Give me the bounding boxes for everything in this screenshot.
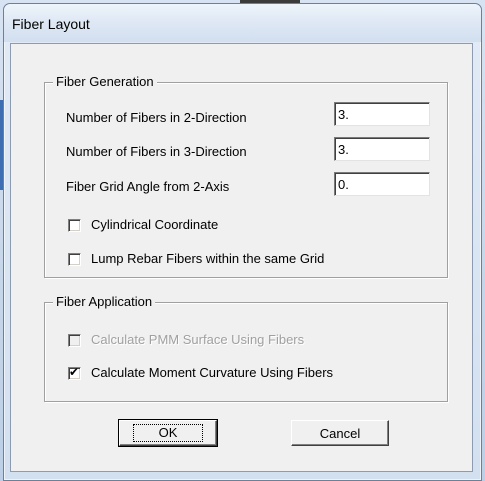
lump-rebar-label: Lump Rebar Fibers within the same Grid (91, 251, 325, 266)
pmm-surface-label: Calculate PMM Surface Using Fibers (91, 332, 305, 347)
cancel-button-label: Cancel (319, 425, 361, 441)
title-bar[interactable]: Fiber Layout (4, 4, 481, 42)
fibers-3dir-input[interactable] (334, 137, 430, 161)
dialog-title: Fiber Layout (12, 16, 90, 32)
cylindrical-coordinate-checkbox[interactable] (68, 218, 81, 232)
moment-curvature-option[interactable]: ✔ Calculate Moment Curvature Using Fiber… (68, 365, 333, 381)
pmm-surface-option: Calculate PMM Surface Using Fibers (68, 332, 304, 348)
cylindrical-coordinate-label: Cylindrical Coordinate (91, 217, 219, 232)
fiber-layout-dialog: Fiber Layout Fiber Generation Number of … (3, 3, 482, 481)
fibers-2dir-input[interactable] (334, 102, 430, 126)
fiber-application-group-label: Fiber Application (53, 294, 156, 310)
cylindrical-coordinate-option[interactable]: Cylindrical Coordinate (68, 217, 218, 233)
moment-curvature-checkbox[interactable]: ✔ (68, 364, 81, 380)
checkmark-icon: ✔ (69, 364, 80, 379)
grid-angle-input[interactable] (334, 172, 430, 196)
lump-rebar-checkbox[interactable] (68, 252, 81, 266)
cancel-button[interactable]: Cancel (291, 420, 389, 446)
dialog-client-area: Fiber Generation Number of Fibers in 2-D… (10, 43, 473, 472)
lump-rebar-option[interactable]: Lump Rebar Fibers within the same Grid (68, 251, 324, 267)
fiber-generation-group: Fiber Generation Number of Fibers in 2-D… (44, 74, 448, 278)
moment-curvature-label: Calculate Moment Curvature Using Fibers (91, 365, 334, 380)
fiber-generation-group-label: Fiber Generation (53, 74, 157, 90)
pmm-surface-checkbox (68, 333, 81, 347)
fibers-3dir-label: Number of Fibers in 3-Direction (66, 144, 247, 159)
fibers-2dir-label: Number of Fibers in 2-Direction (66, 110, 247, 125)
grid-angle-label: Fiber Grid Angle from 2-Axis (66, 179, 230, 194)
fiber-application-group: Fiber Application Calculate PMM Surface … (44, 294, 448, 402)
ok-button[interactable]: OK (118, 419, 218, 447)
ok-button-label: OK (132, 424, 204, 442)
